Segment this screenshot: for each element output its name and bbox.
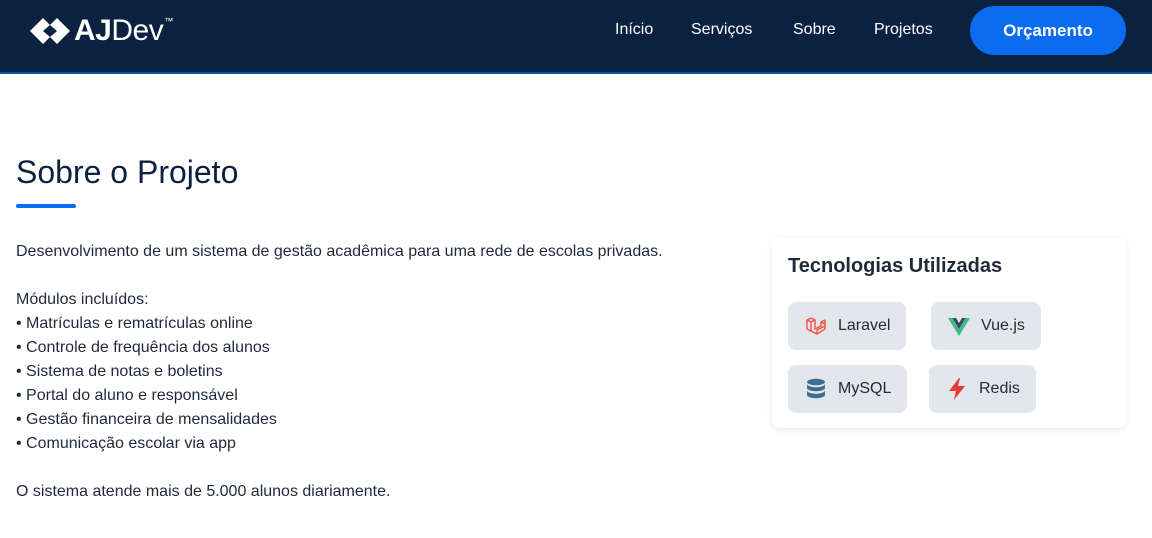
tech-chip-redis: Redis xyxy=(929,365,1036,413)
module-item: • Comunicação escolar via app xyxy=(16,435,236,452)
brand-logo[interactable]: AJDev ™ xyxy=(28,16,173,46)
tech-label: Redis xyxy=(979,380,1020,397)
logo-trademark: ™ xyxy=(164,16,174,26)
technologies-title: Tecnologias Utilizadas xyxy=(788,255,1003,277)
logo-text: AJDev xyxy=(74,14,164,47)
tech-label: Vue.js xyxy=(981,317,1025,334)
tech-label: MySQL xyxy=(838,380,892,397)
nav-link-inicio[interactable]: Início xyxy=(615,21,653,39)
tech-label: Laravel xyxy=(838,317,891,334)
logo-text-regular: Dev xyxy=(111,14,164,47)
module-item: • Gestão financeira de mensalidades xyxy=(16,411,277,428)
modules-heading: Módulos incluídos: xyxy=(16,291,149,308)
title-underline xyxy=(16,204,76,208)
project-intro: Desenvolvimento de um sistema de gestão … xyxy=(16,243,663,260)
tech-chip-laravel: Laravel xyxy=(788,302,907,350)
tech-chip-mysql: MySQL xyxy=(788,365,908,413)
project-closing: O sistema atende mais de 5.000 alunos di… xyxy=(16,483,391,500)
technologies-card: Tecnologias Utilizadas Laravel Vue.js My… xyxy=(772,238,1126,428)
page-title: Sobre o Projeto xyxy=(16,154,239,190)
database-icon xyxy=(807,378,825,399)
lightning-icon xyxy=(949,378,965,400)
nav-link-servicos[interactable]: Serviços xyxy=(691,21,752,39)
module-item: • Matrículas e rematrículas online xyxy=(16,315,253,332)
nav-link-projetos[interactable]: Projetos xyxy=(874,21,933,39)
logo-text-bold: AJ xyxy=(74,14,112,47)
module-item: • Portal do aluno e responsável xyxy=(16,387,238,404)
module-item: • Controle de frequência dos alunos xyxy=(16,339,270,356)
top-navbar: AJDev ™ Início Serviços Sobre Projetos O… xyxy=(0,0,1152,74)
tech-chip-vuejs: Vue.js xyxy=(931,302,1041,350)
vuejs-icon xyxy=(948,318,970,336)
orcamento-button[interactable]: Orçamento xyxy=(970,6,1126,55)
nav-link-sobre[interactable]: Sobre xyxy=(793,21,836,39)
logo-diamond-icon xyxy=(30,18,70,44)
project-description: Desenvolvimento de um sistema de gestão … xyxy=(16,240,756,504)
module-item: • Sistema de notas e boletins xyxy=(16,363,223,380)
laravel-icon xyxy=(806,317,826,335)
